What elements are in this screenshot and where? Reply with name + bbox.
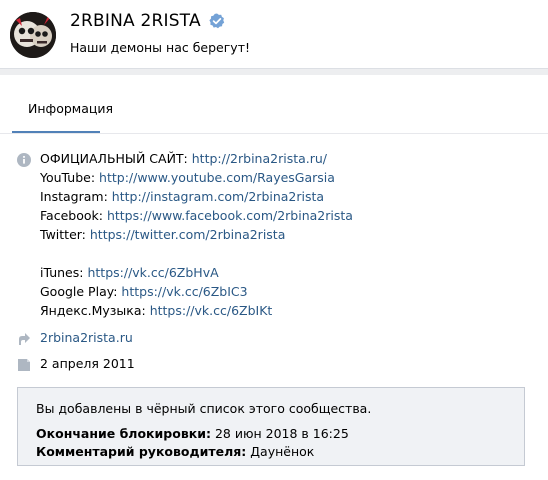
info-link[interactable]: http://instagram.com/2rbina2rista bbox=[112, 189, 324, 204]
info-link[interactable]: https://www.facebook.com/2rbina2rista bbox=[107, 208, 353, 223]
tab-information[interactable]: Информация bbox=[12, 75, 113, 133]
info-link[interactable]: http://www.youtube.com/RayesGarsia bbox=[99, 170, 335, 185]
calendar-flag-icon bbox=[17, 357, 31, 371]
info-label: Twitter: bbox=[40, 227, 86, 242]
blacklist-notice: Вы добавлены в чёрный список этого сообщ… bbox=[17, 387, 525, 466]
notice-message: Вы добавлены в чёрный список этого сообщ… bbox=[36, 401, 372, 416]
info-label: iTunes: bbox=[40, 265, 84, 280]
group-title: 2RBINA 2RISTA bbox=[70, 11, 225, 31]
info-link[interactable]: https://vk.cc/6ZbIC3 bbox=[121, 284, 247, 299]
header-divider bbox=[0, 68, 548, 69]
group-header: 2RBINA 2RISTA Наши демоны нас берегут! bbox=[0, 0, 548, 68]
info-card: Информация ОФИЦИАЛЬНЫЙ САЙТ: http://2rbi… bbox=[0, 75, 548, 480]
info-line-youtube: YouTube: http://www.youtube.com/RayesGar… bbox=[40, 170, 335, 185]
info-label: Google Play: bbox=[40, 284, 118, 299]
created-date: 2 апреля 2011 bbox=[40, 356, 135, 371]
info-label: Facebook: bbox=[40, 208, 103, 223]
tab-divider bbox=[0, 133, 548, 134]
info-line-facebook: Facebook: https://www.facebook.com/2rbin… bbox=[40, 208, 353, 223]
tab-label: Информация bbox=[28, 101, 114, 116]
info-line-google-play: Google Play: https://vk.cc/6ZbIC3 bbox=[40, 284, 248, 299]
link-arrow-icon bbox=[17, 331, 31, 345]
info-line-itunes: iTunes: https://vk.cc/6ZbHvA bbox=[40, 265, 219, 280]
info-line-twitter: Twitter: https://twitter.com/2rbina2rist… bbox=[40, 227, 285, 242]
site-link[interactable]: 2rbina2rista.ru bbox=[40, 330, 133, 345]
comment-value: Даунёнок bbox=[250, 444, 315, 459]
comment-line: Комментарий руководителя: Даунёнок bbox=[36, 444, 314, 459]
info-label: YouTube: bbox=[40, 170, 96, 185]
group-avatar[interactable] bbox=[10, 12, 56, 58]
block-end-line: Окончание блокировки: 28 июн 2018 в 16:2… bbox=[36, 426, 349, 441]
comment-label: Комментарий руководителя: bbox=[36, 444, 247, 459]
info-label: Instagram: bbox=[40, 189, 108, 204]
info-line-instagram: Instagram: http://instagram.com/2rbina2r… bbox=[40, 189, 324, 204]
site-link-row: 2rbina2rista.ru bbox=[40, 330, 133, 345]
group-name: 2RBINA 2RISTA bbox=[70, 11, 201, 31]
info-link[interactable]: https://vk.cc/6ZbHvA bbox=[87, 265, 218, 280]
info-label: ОФИЦИАЛЬНЫЙ САЙТ: bbox=[40, 151, 188, 166]
block-end-label: Окончание блокировки: bbox=[36, 426, 211, 441]
group-status: Наши демоны нас берегут! bbox=[70, 40, 250, 55]
info-link[interactable]: https://vk.cc/6ZbIKt bbox=[150, 303, 273, 318]
info-icon bbox=[17, 152, 31, 167]
info-line-official-site: ОФИЦИАЛЬНЫЙ САЙТ: http://2rbina2rista.ru… bbox=[40, 151, 327, 166]
verified-check-icon bbox=[209, 13, 225, 29]
block-end-value: 28 июн 2018 в 16:25 bbox=[214, 426, 349, 441]
created-date-row: 2 апреля 2011 bbox=[40, 356, 135, 371]
info-link[interactable]: https://twitter.com/2rbina2rista bbox=[90, 227, 286, 242]
info-line-yandex-music: Яндекс.Музыка: https://vk.cc/6ZbIKt bbox=[40, 303, 272, 318]
info-link[interactable]: http://2rbina2rista.ru/ bbox=[192, 151, 327, 166]
info-label: Яндекс.Музыка: bbox=[40, 303, 146, 318]
tab-bar: Информация bbox=[0, 75, 548, 134]
